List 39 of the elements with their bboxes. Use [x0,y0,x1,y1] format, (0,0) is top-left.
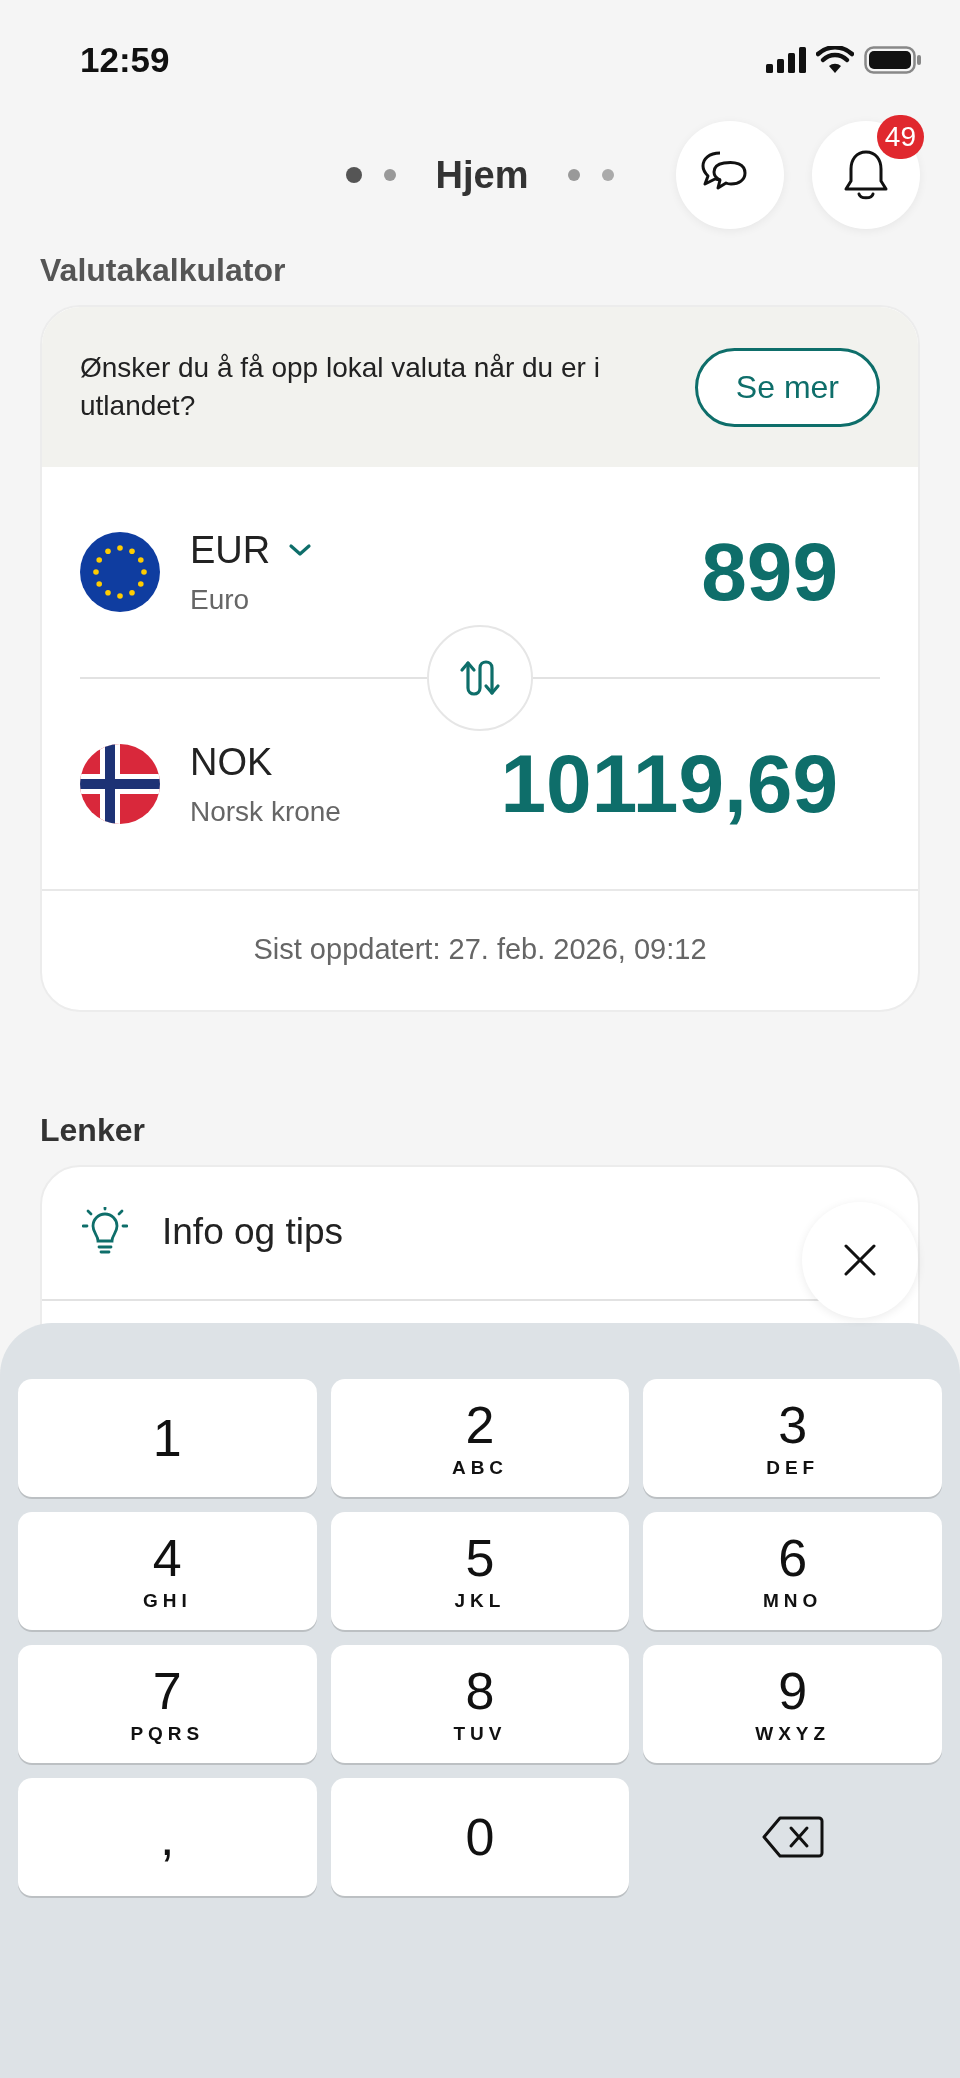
keypad-key[interactable]: 2 ABC [330,1379,630,1497]
flag-icon [80,532,160,612]
prompt-text: Ønsker du å få opp lokal valuta når du er i utlandet? [80,351,601,423]
amount-value: 899 [701,525,838,619]
wifi-icon [816,46,854,74]
keypad-key[interactable]: , [18,1778,317,1896]
swap-icon [458,658,502,698]
currency-code: EUR [190,528,271,572]
page-dot [602,169,615,181]
currency-code: NOK [190,740,273,784]
close-icon [843,1243,877,1277]
bell-icon [842,148,890,202]
section-heading: Valutakalkulator [40,252,287,289]
keypad-key[interactable]: 3 DEF [643,1379,942,1497]
section-heading: Lenker [40,1112,146,1149]
clock-time: 12:59 [80,40,170,80]
chevron-down-icon[interactable] [288,543,313,557]
keypad-key[interactable]: 7 PQRS [18,1645,317,1763]
keypad-key[interactable]: 8 TUV [330,1645,630,1763]
keypad-key[interactable]: 0 [330,1778,630,1896]
keypad-key[interactable]: 6 MNO [643,1512,942,1630]
page-dot [345,167,362,183]
see-more-button[interactable]: Se mer [694,347,880,427]
currency-name: Euro [190,583,251,616]
keypad-key[interactable]: 9 WXYZ [643,1645,942,1763]
keypad-key[interactable]: 4 GHI [18,1512,317,1630]
page-title: Hjem [435,153,529,197]
battery-icon [864,46,922,74]
keypad-key[interactable]: 1 [18,1379,317,1497]
keypad-key[interactable]: 5 JKL [330,1512,630,1630]
currency-name: Norsk krone [190,795,341,828]
page-dot [568,169,581,181]
backspace-icon [761,1815,824,1859]
last-updated-text: Sist oppdatert: 27. feb. 2026, 09:12 [42,889,918,1010]
signal-icon [766,47,806,73]
link-item[interactable]: Info og tips [82,1207,343,1257]
amount-value: 10119,69 [500,737,838,831]
page-dot [383,169,396,181]
notification-count: 49 [876,115,924,159]
